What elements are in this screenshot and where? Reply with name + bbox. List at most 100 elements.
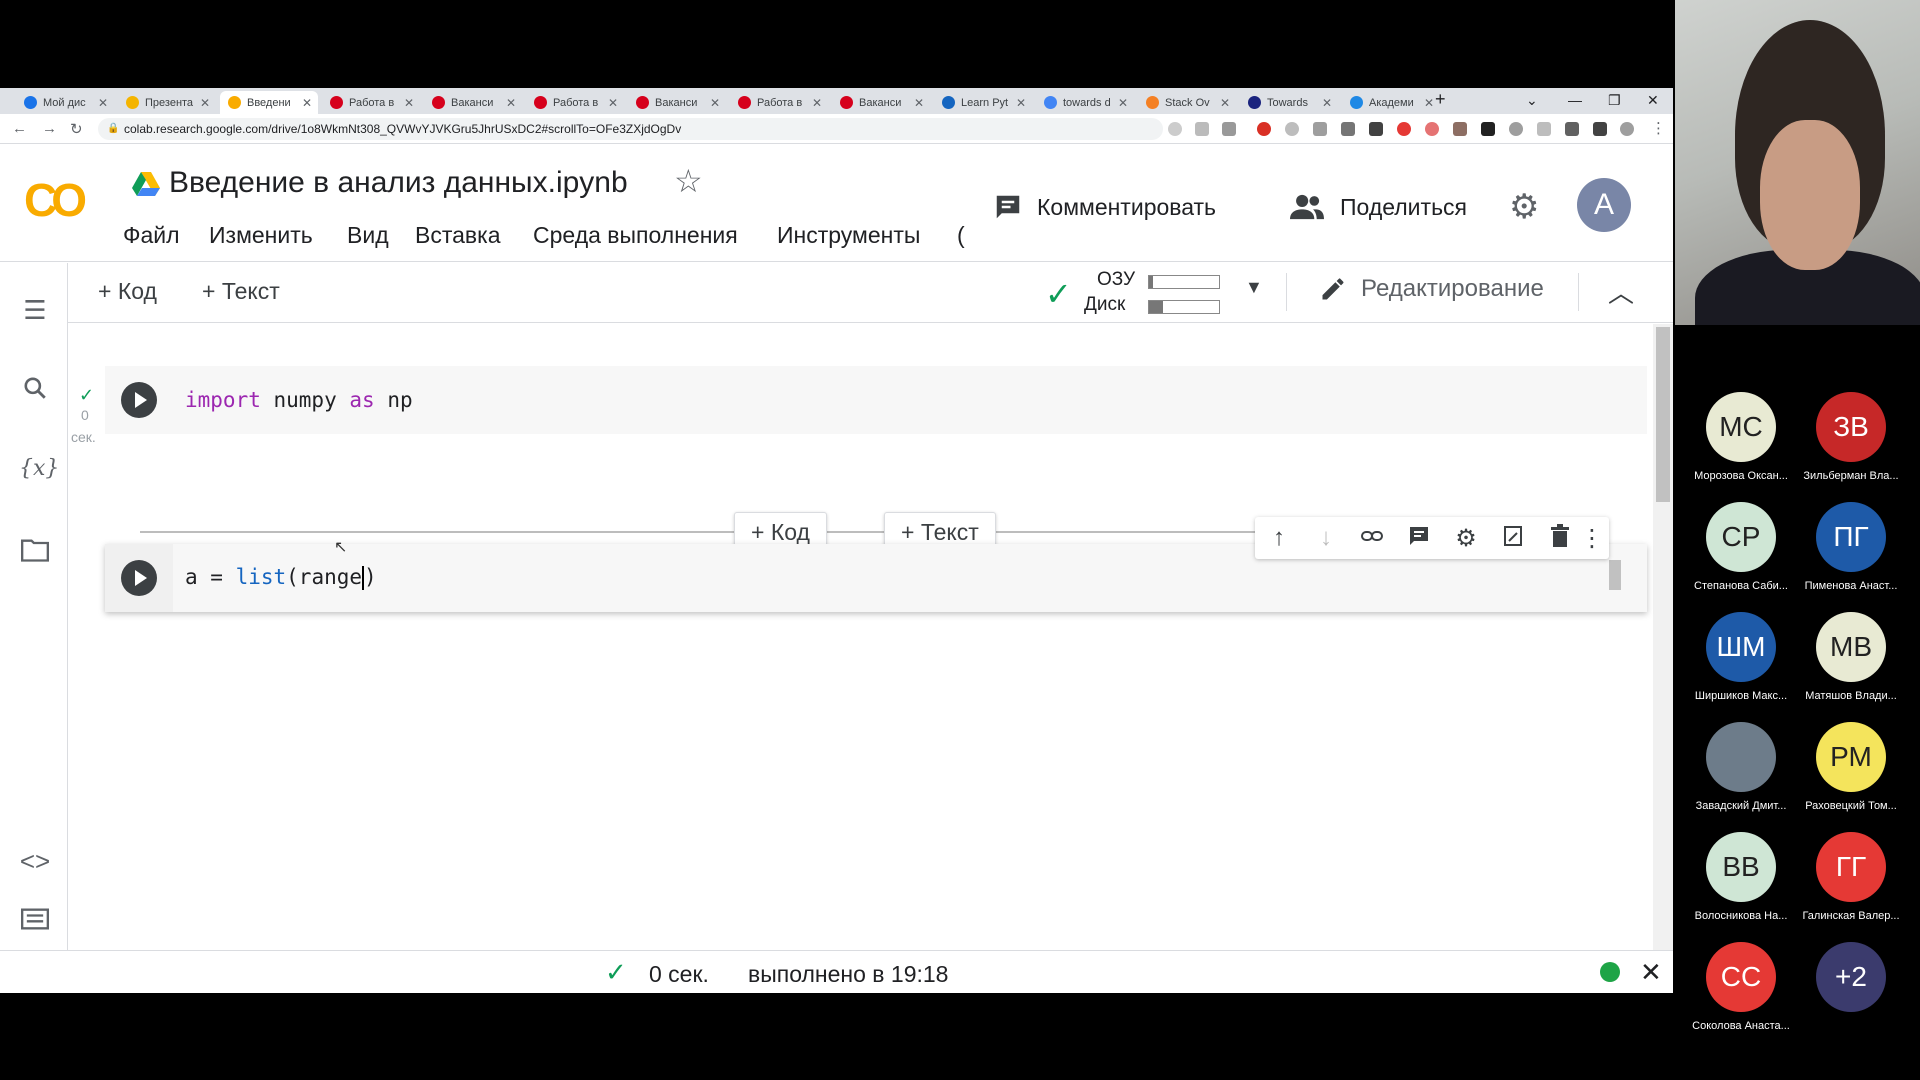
menu-item[interactable]: Вид [347, 222, 389, 249]
download-icon[interactable] [1313, 122, 1327, 136]
settings-gear-icon[interactable]: ⚙ [1509, 187, 1539, 227]
browser-tab[interactable]: Мой дис ✕ [16, 91, 114, 114]
scrollbar-thumb[interactable] [1656, 327, 1670, 502]
code-cell[interactable]: import numpy as np [105, 366, 1647, 434]
participant-tile[interactable]: ГГ Галинская Валер... [1796, 832, 1906, 922]
browser-tab[interactable]: Работа в ✕ [322, 91, 420, 114]
extension-icon[interactable] [1341, 122, 1355, 136]
kebab-menu-icon[interactable]: ⋮ [1651, 119, 1666, 137]
browser-tab[interactable]: Stack Ov ✕ [1138, 91, 1236, 114]
close-status-icon[interactable]: ✕ [1640, 957, 1662, 988]
participant-tile[interactable]: РМ Раховецкий Том... [1796, 722, 1906, 812]
link-icon[interactable] [1357, 524, 1387, 555]
variables-icon[interactable]: {x} [19, 456, 59, 481]
close-tab-icon[interactable]: ✕ [810, 96, 824, 110]
close-tab-icon[interactable]: ✕ [606, 96, 620, 110]
participant-tile[interactable]: МС Морозова Оксан... [1686, 392, 1796, 482]
browser-tab[interactable]: Работа в ✕ [526, 91, 624, 114]
extension-icon[interactable] [1509, 122, 1523, 136]
participant-tile[interactable]: +2 [1796, 942, 1906, 1020]
browser-tab[interactable]: Введени ✕ [220, 91, 318, 114]
colab-logo[interactable]: CO [24, 173, 87, 227]
search-icon[interactable] [19, 375, 51, 408]
share-page-icon[interactable] [1195, 122, 1209, 136]
adblock-icon[interactable] [1257, 122, 1271, 136]
move-down-icon[interactable]: ↓ [1311, 524, 1341, 552]
menu-item[interactable]: Инструменты [777, 222, 920, 249]
tab-search-icon[interactable]: ⌄ [1526, 92, 1538, 109]
zoom-icon[interactable] [1168, 122, 1182, 136]
participant-tile[interactable]: ПГ Пименова Анаст... [1796, 502, 1906, 592]
sidebar-icon[interactable] [1593, 122, 1607, 136]
profile-icon[interactable] [1620, 122, 1634, 136]
comment-icon[interactable] [1404, 524, 1434, 555]
close-tab-icon[interactable]: ✕ [1320, 96, 1334, 110]
reload-icon[interactable]: ↻ [70, 120, 83, 138]
close-tab-icon[interactable]: ✕ [1116, 96, 1130, 110]
bookmark-star-icon[interactable] [1222, 122, 1236, 136]
menu-item[interactable]: ( [957, 222, 965, 249]
new-tab-button[interactable]: + [1435, 89, 1446, 110]
cell-code-editor[interactable]: a = list(range) [185, 565, 377, 590]
participant-tile[interactable]: ВВ Волосникова На... [1686, 832, 1796, 922]
minimize-icon[interactable]: — [1568, 92, 1582, 108]
url-field[interactable]: 🔒 colab.research.google.com/drive/1o8Wkm… [98, 118, 1163, 140]
browser-tab[interactable]: Ваканси ✕ [832, 91, 930, 114]
extension-icon[interactable] [1537, 122, 1551, 136]
browser-tab[interactable]: Академи ✕ [1342, 91, 1440, 114]
participant-tile[interactable]: СС Соколова Анаста... [1686, 942, 1796, 1032]
menu-item[interactable]: Файл [123, 222, 180, 249]
back-icon[interactable]: ← [12, 120, 27, 137]
run-cell-button[interactable] [121, 382, 157, 418]
browser-tab[interactable]: Презента ✕ [118, 91, 216, 114]
extension-icon[interactable] [1425, 122, 1439, 136]
account-avatar[interactable]: A [1577, 178, 1631, 232]
move-up-icon[interactable]: ↑ [1264, 524, 1294, 552]
participant-tile[interactable]: МВ Матяшов Влади... [1796, 612, 1906, 702]
browser-tab[interactable]: Learn Pyt ✕ [934, 91, 1032, 114]
cell-settings-gear-icon[interactable]: ⚙ [1451, 524, 1481, 553]
resources-dropdown-icon[interactable]: ▼ [1245, 277, 1263, 298]
run-cell-button[interactable] [121, 560, 157, 596]
browser-tab[interactable]: towards d ✕ [1036, 91, 1134, 114]
folder-icon[interactable] [19, 538, 51, 569]
close-tab-icon[interactable]: ✕ [198, 96, 212, 110]
extension-icon[interactable] [1369, 122, 1383, 136]
cell-code[interactable]: import numpy as np [185, 388, 413, 412]
forward-icon[interactable]: → [42, 120, 57, 137]
ram-bar[interactable] [1148, 275, 1220, 289]
collapse-header-icon[interactable]: ︿ [1608, 273, 1634, 310]
add-code-button[interactable]: + Код [98, 278, 157, 305]
participant-tile[interactable]: СР Степанова Саби... [1686, 502, 1796, 592]
menu-item[interactable]: Изменить [209, 222, 313, 249]
table-of-contents-icon[interactable]: ☰ [19, 295, 51, 326]
browser-tab[interactable]: Ваканси ✕ [424, 91, 522, 114]
participant-tile[interactable]: Завадский Дмит... [1686, 722, 1796, 812]
google-drive-icon[interactable] [132, 172, 160, 196]
add-text-button[interactable]: + Текст [202, 278, 280, 305]
share-button[interactable]: Поделиться [1290, 189, 1467, 225]
browser-tab[interactable]: Работа в ✕ [730, 91, 828, 114]
cell-scrollbar[interactable] [1609, 560, 1621, 590]
extension-icon[interactable] [1481, 122, 1495, 136]
disk-bar[interactable] [1148, 300, 1220, 314]
participant-tile[interactable]: ШМ Ширшиков Макс... [1686, 612, 1796, 702]
participant-tile[interactable]: ЗВ Зильберман Вла... [1796, 392, 1906, 482]
close-tab-icon[interactable]: ✕ [504, 96, 518, 110]
close-tab-icon[interactable]: ✕ [912, 96, 926, 110]
close-tab-icon[interactable]: ✕ [402, 96, 416, 110]
browser-tab[interactable]: Towards ✕ [1240, 91, 1338, 114]
close-tab-icon[interactable]: ✕ [708, 96, 722, 110]
browser-tab[interactable]: Ваканси ✕ [628, 91, 726, 114]
close-tab-icon[interactable]: ✕ [300, 96, 314, 110]
close-tab-icon[interactable]: ✕ [1014, 96, 1028, 110]
close-tab-icon[interactable]: ✕ [1422, 96, 1436, 110]
delete-trash-icon[interactable] [1545, 524, 1575, 555]
notebook-title[interactable]: Введение в анализ данных.ipynb [169, 166, 628, 200]
comment-button[interactable]: Комментировать [993, 189, 1216, 225]
mirror-cell-icon[interactable] [1498, 524, 1528, 555]
menu-item[interactable]: Среда выполнения [533, 222, 738, 249]
notebook-scrollbar[interactable] [1653, 324, 1673, 950]
menu-item[interactable]: Вставка [415, 222, 501, 249]
code-snippets-icon[interactable]: <> [19, 846, 51, 877]
